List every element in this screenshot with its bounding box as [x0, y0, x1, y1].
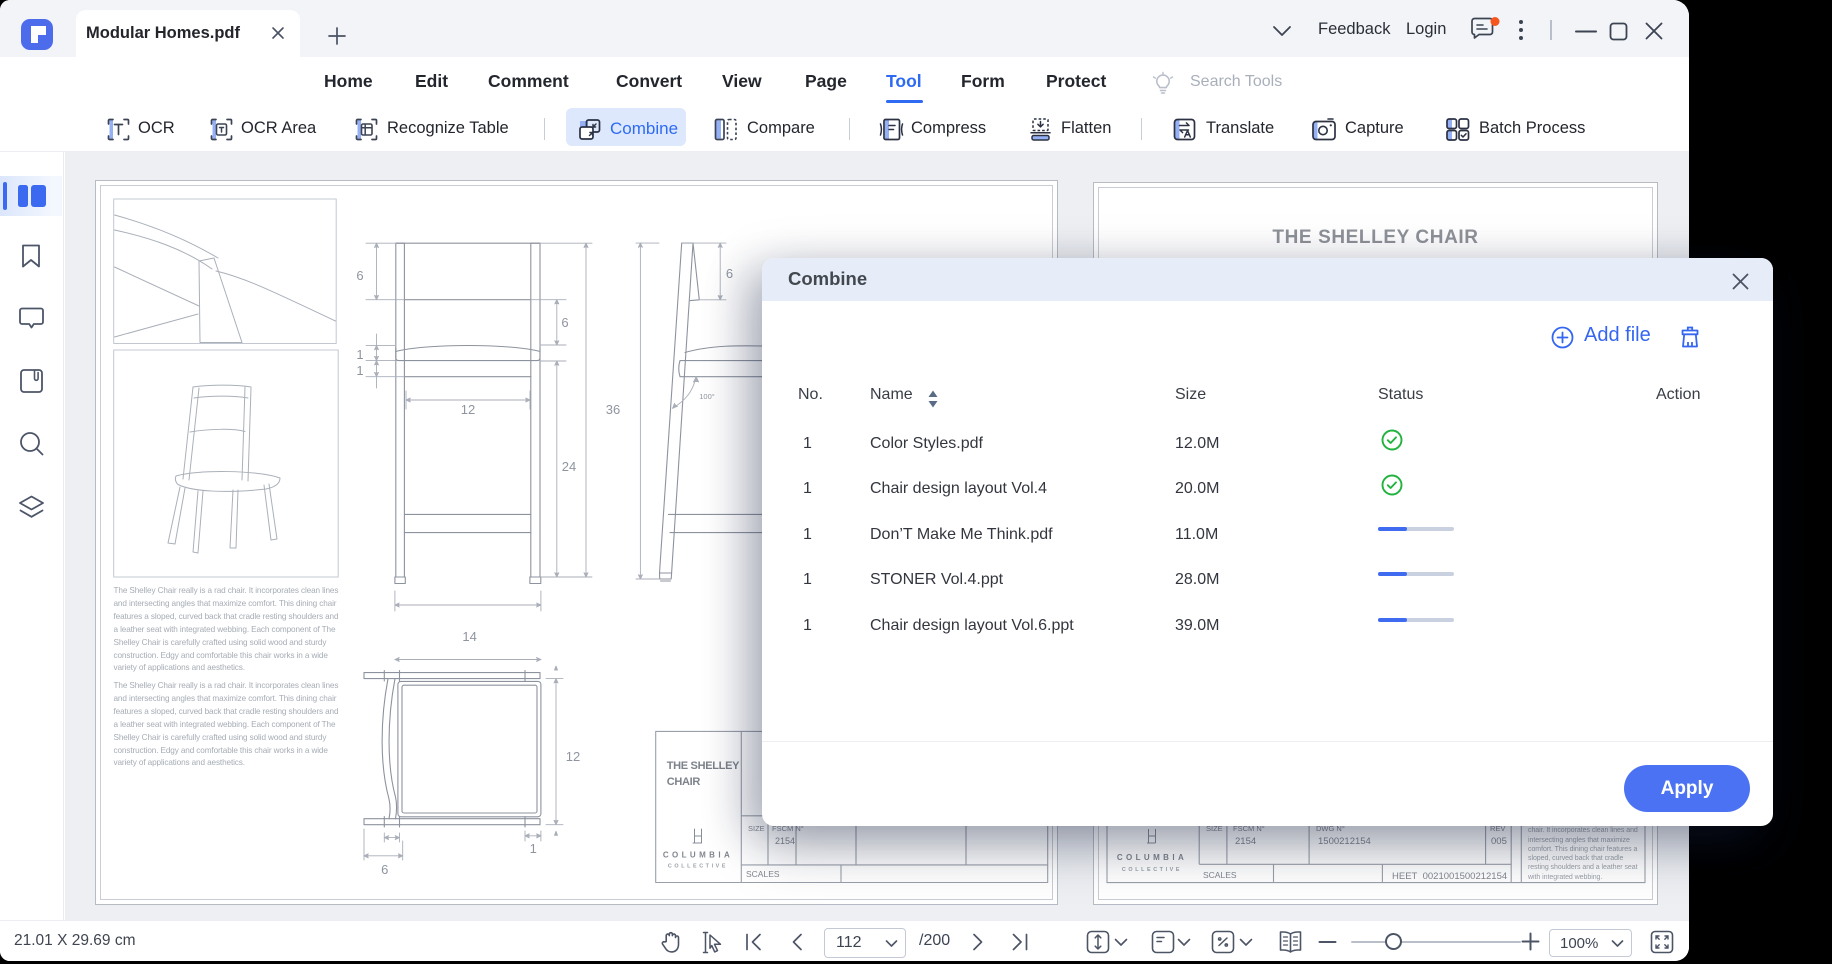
svg-text:14: 14 [462, 629, 476, 644]
svg-text:1: 1 [356, 347, 363, 362]
svg-text:6: 6 [381, 862, 388, 877]
svg-text:HEET 0021001500212154: HEET 0021001500212154 [1392, 871, 1507, 882]
svg-text:005: 005 [1491, 836, 1507, 847]
svg-text:SCALES: SCALES [1203, 870, 1237, 880]
svg-text:12: 12 [566, 749, 580, 764]
svg-text:COLLECTIVE: COLLECTIVE [668, 864, 728, 870]
svg-text:THE SHELLEY: THE SHELLEY [667, 760, 740, 772]
svg-text:6: 6 [561, 315, 568, 330]
svg-text:COLUMBIA: COLUMBIA [1117, 853, 1187, 862]
svg-text:6: 6 [726, 266, 733, 281]
svg-text:COLLECTIVE: COLLECTIVE [1122, 867, 1182, 873]
svg-text:12: 12 [461, 402, 475, 417]
svg-text:SCALES: SCALES [746, 869, 780, 879]
svg-text:SIZE: SIZE [748, 824, 765, 833]
svg-text:CHAIR: CHAIR [667, 776, 701, 788]
svg-text:2154: 2154 [1235, 836, 1256, 847]
svg-text:24: 24 [562, 459, 576, 474]
svg-text:2154: 2154 [775, 836, 795, 846]
svg-text:1: 1 [530, 841, 537, 856]
svg-text:1: 1 [356, 363, 363, 378]
svg-text:6: 6 [356, 268, 363, 283]
svg-text:100°: 100° [699, 392, 715, 401]
svg-text:36: 36 [606, 402, 620, 417]
svg-text:COLUMBIA: COLUMBIA [663, 851, 733, 860]
svg-text:1500212154: 1500212154 [1318, 836, 1371, 847]
